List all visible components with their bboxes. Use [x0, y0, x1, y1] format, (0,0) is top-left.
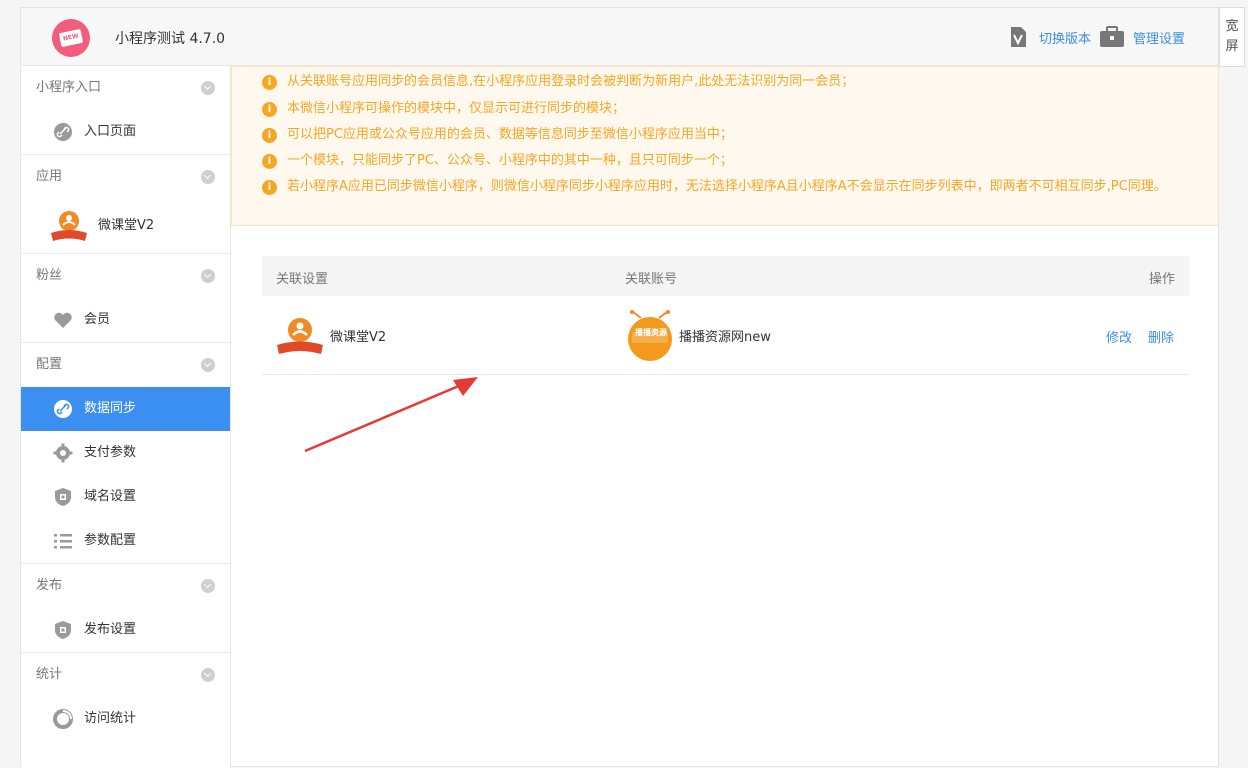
sidebar-item-label: 入口页面 [84, 124, 137, 139]
link-icon [54, 400, 72, 418]
sidebar-item-label: 发布设置 [84, 622, 137, 637]
info-icon: i [262, 128, 277, 143]
sidebar-item-members[interactable]: 会员 [21, 298, 230, 342]
annotation-arrow [304, 377, 478, 453]
sidebar-item-label: 会员 [84, 312, 111, 327]
logo-tag: NEW [58, 28, 84, 48]
sidebar: 小程序入口 入口页面 应用 微课堂V2 粉丝 会员 配置 数据同步 支付参数 域… [21, 66, 231, 768]
sidebar-item-label: 访问统计 [84, 711, 137, 726]
account-avatar-text: 播播资源 [635, 328, 667, 337]
sidebar-item-param-config[interactable]: 参数配置 [21, 519, 230, 563]
group-title: 统计 [36, 667, 63, 682]
sidebar-item-label: 参数配置 [84, 533, 137, 548]
app-logo: NEW [52, 19, 90, 57]
notice-line: i 若小程序A应用已同步微信小程序，则微信小程序同步小程序应用时，无法选择小程序… [262, 176, 1192, 198]
chevron-down-icon[interactable] [201, 358, 215, 372]
notice-line: i 一个模块，只能同步了PC、公众号、小程序中的其中一种，且只可同步一个； [262, 150, 733, 172]
sidebar-group-fans[interactable]: 粉丝 [21, 254, 230, 298]
col-header-account: 关联账号 [625, 272, 678, 287]
row-setting-name: 微课堂V2 [330, 330, 387, 345]
shield-icon [55, 488, 71, 506]
sidebar-item-payment-params[interactable]: 支付参数 [21, 431, 230, 475]
table-row: 微课堂V2 播播资源 播播资源网new 修改 删除 [262, 296, 1189, 375]
edit-link[interactable]: 修改 [1106, 327, 1132, 346]
version-icon[interactable] [1009, 26, 1027, 48]
shield-icon [55, 621, 71, 639]
wide-screen-toggle[interactable]: 宽屏 [1219, 7, 1245, 67]
group-title: 发布 [36, 578, 63, 593]
row-account-name: 播播资源网new [679, 330, 771, 345]
app-window: NEW 小程序测试 4.7.0 切换版本 管理设置 小程序入口 入口页面 应用 … [20, 7, 1219, 768]
group-title: 应用 [36, 169, 63, 184]
sidebar-group-stats[interactable]: 统计 [21, 653, 230, 697]
info-icon: i [262, 102, 277, 117]
manage-settings-link[interactable]: 管理设置 [1133, 28, 1185, 47]
group-title: 配置 [36, 357, 63, 372]
group-title: 小程序入口 [36, 80, 102, 95]
link-icon [54, 123, 72, 141]
sidebar-group-config[interactable]: 配置 [21, 343, 230, 387]
sidebar-item-publish-settings[interactable]: 发布设置 [21, 608, 230, 652]
app-logo-icon [51, 211, 87, 241]
chevron-down-icon[interactable] [201, 170, 215, 184]
col-header-action: 操作 [1148, 272, 1175, 287]
switch-version-link[interactable]: 切换版本 [1039, 28, 1091, 47]
group-title: 粉丝 [36, 268, 63, 283]
weiketang-logo-icon [277, 318, 323, 354]
sidebar-group-apps[interactable]: 应用 [21, 155, 230, 199]
app-title: 小程序测试 4.7.0 [115, 31, 226, 47]
sidebar-item-label: 数据同步 [84, 401, 137, 416]
sync-table: 关联设置 关联账号 操作 微课堂V2 播播资源 播播资源网new 修改 删除 [262, 256, 1189, 375]
info-icon: i [262, 180, 277, 195]
sidebar-item-visit-stats[interactable]: 访问统计 [21, 697, 230, 741]
sidebar-item-label: 域名设置 [84, 489, 137, 504]
sidebar-item-label: 支付参数 [84, 445, 137, 460]
notice-box: i 从关联账号应用同步的会员信息,在小程序应用登录时会被判断为新用户,此处无法识… [231, 66, 1219, 226]
list-icon [54, 534, 72, 549]
gear-icon [53, 443, 73, 463]
chevron-down-icon[interactable] [201, 668, 215, 682]
notice-line: i 从关联账号应用同步的会员信息,在小程序应用登录时会被判断为新用户,此处无法识… [262, 71, 854, 93]
sidebar-group-entry[interactable]: 小程序入口 [21, 66, 230, 110]
notice-line: i 本微信小程序可操作的模块中，仅显示可进行同步的模块； [262, 98, 625, 120]
chevron-down-icon[interactable] [201, 579, 215, 593]
notice-line: i 可以把PC应用或公众号应用的会员、数据等信息同步至微信小程序应用当中； [262, 124, 733, 146]
stats-icon [53, 709, 73, 729]
chevron-down-icon[interactable] [201, 269, 215, 283]
sidebar-item-entry-page[interactable]: 入口页面 [21, 110, 230, 154]
chevron-down-icon[interactable] [201, 81, 215, 95]
top-header: NEW 小程序测试 4.7.0 切换版本 管理设置 [21, 8, 1218, 66]
sidebar-item-domain-settings[interactable]: 域名设置 [21, 475, 230, 519]
col-header-setting: 关联设置 [276, 272, 329, 287]
wide-screen-label: 宽屏 [1225, 19, 1239, 54]
sidebar-group-publish[interactable]: 发布 [21, 564, 230, 608]
table-header: 关联设置 关联账号 操作 [262, 256, 1189, 296]
sidebar-item-data-sync[interactable]: 数据同步 [21, 387, 230, 431]
delete-link[interactable]: 删除 [1148, 327, 1174, 346]
sidebar-item-label: 微课堂V2 [98, 218, 155, 233]
info-icon: i [262, 154, 277, 169]
briefcase-icon[interactable] [1099, 26, 1125, 48]
sidebar-item-weiketang[interactable]: 微课堂V2 [21, 199, 230, 253]
heart-icon [54, 312, 72, 328]
info-icon: i [262, 75, 277, 90]
